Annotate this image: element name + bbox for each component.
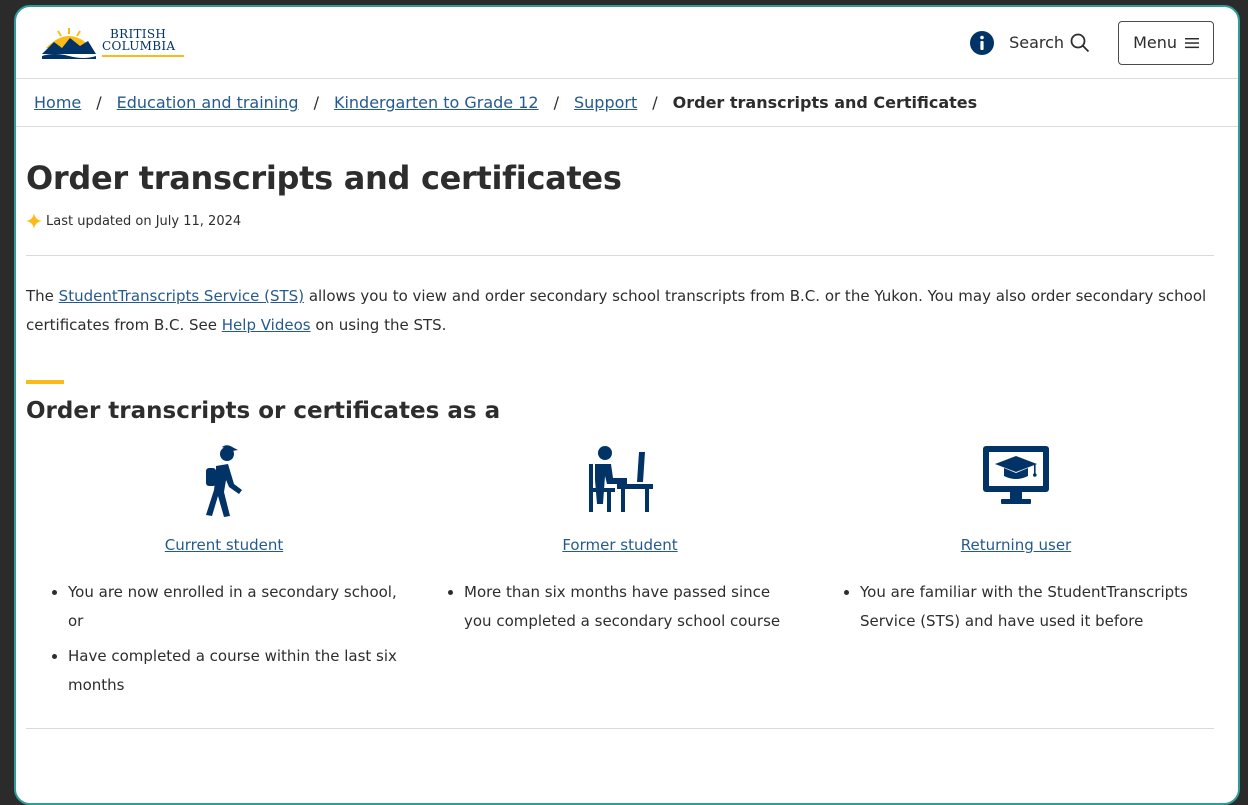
walking-student-icon [206,445,242,517]
help-videos-link[interactable]: Help Videos [222,316,311,334]
returning-user-bullets: You are familiar with the StudentTranscr… [818,578,1214,636]
hamburger-icon [1185,37,1199,48]
intro-paragraph: The StudentTranscripts Service (STS) all… [26,282,1214,340]
card-former-student: Former student More than six months have… [422,444,818,706]
card-icon-wrap [818,444,1214,522]
current-student-link[interactable]: Current student [26,536,422,554]
main-content: Order transcripts and certificates Last … [16,159,1238,729]
breadcrumb-support[interactable]: Support [574,93,637,112]
breadcrumb-home[interactable]: Home [34,93,81,112]
page-title: Order transcripts and certificates [26,159,622,197]
user-type-cards: Current student You are now enrolled in … [26,444,1214,706]
breadcrumb-separator: / [553,93,559,112]
sparkle-icon [26,213,42,229]
breadcrumb-education[interactable]: Education and training [117,93,299,112]
divider [26,255,1214,256]
logo-line-2: COLUMBIA [102,39,176,53]
menu-button[interactable]: Menu [1118,20,1214,65]
breadcrumb: Home / Education and training / Kinderga… [16,79,1238,127]
list-item: You are familiar with the StudentTranscr… [844,578,1214,636]
breadcrumb-separator: / [313,93,319,112]
list-item: You are now enrolled in a secondary scho… [52,578,422,636]
search-label: Search [1009,33,1065,52]
last-updated: Last updated on July 11, 2024 [26,213,1214,229]
returning-user-link[interactable]: Returning user [818,536,1214,554]
search-button[interactable]: Search [1009,33,1090,53]
list-item: Have completed a course within the last … [52,642,422,700]
card-returning-user: Returning user You are familiar with the… [818,444,1214,706]
section-title: Order transcripts or certificates as a [26,398,501,424]
logo-gold-bar [102,55,184,57]
current-student-bullets: You are now enrolled in a secondary scho… [26,578,422,700]
site-header: BRITISH COLUMBIA Search Menu [16,7,1238,79]
card-icon-wrap [422,444,818,522]
browser-frame: BRITISH COLUMBIA Search Menu Home / Educ… [14,5,1240,805]
breadcrumb-separator: / [96,93,102,112]
breadcrumb-current: Order transcripts and Certificates [672,93,978,112]
intro-text-3: on using the STS. [310,316,447,334]
bc-logo[interactable]: BRITISH COLUMBIA [40,26,184,60]
card-icon-wrap [26,444,422,522]
section-accent-bar [26,380,64,384]
intro-text-1: The [26,287,59,305]
list-item: More than six months have passed since y… [448,578,818,636]
graduation-monitor-icon [983,446,1049,504]
card-current-student: Current student You are now enrolled in … [26,444,422,706]
breadcrumb-k12[interactable]: Kindergarten to Grade 12 [334,93,539,112]
sts-link[interactable]: StudentTranscripts Service (STS) [59,287,304,305]
header-actions: Search Menu [969,20,1214,65]
info-icon[interactable] [969,30,995,56]
former-student-link[interactable]: Former student [422,536,818,554]
logo-wordmark: BRITISH COLUMBIA [102,28,184,57]
bc-sun-mountains-icon [42,27,96,59]
menu-label: Menu [1133,33,1177,52]
divider [26,728,1214,729]
breadcrumb-separator: / [652,93,658,112]
student-at-desk-icon [589,446,653,512]
search-icon [1070,33,1090,52]
last-updated-text: Last updated on July 11, 2024 [46,213,242,229]
former-student-bullets: More than six months have passed since y… [422,578,818,636]
